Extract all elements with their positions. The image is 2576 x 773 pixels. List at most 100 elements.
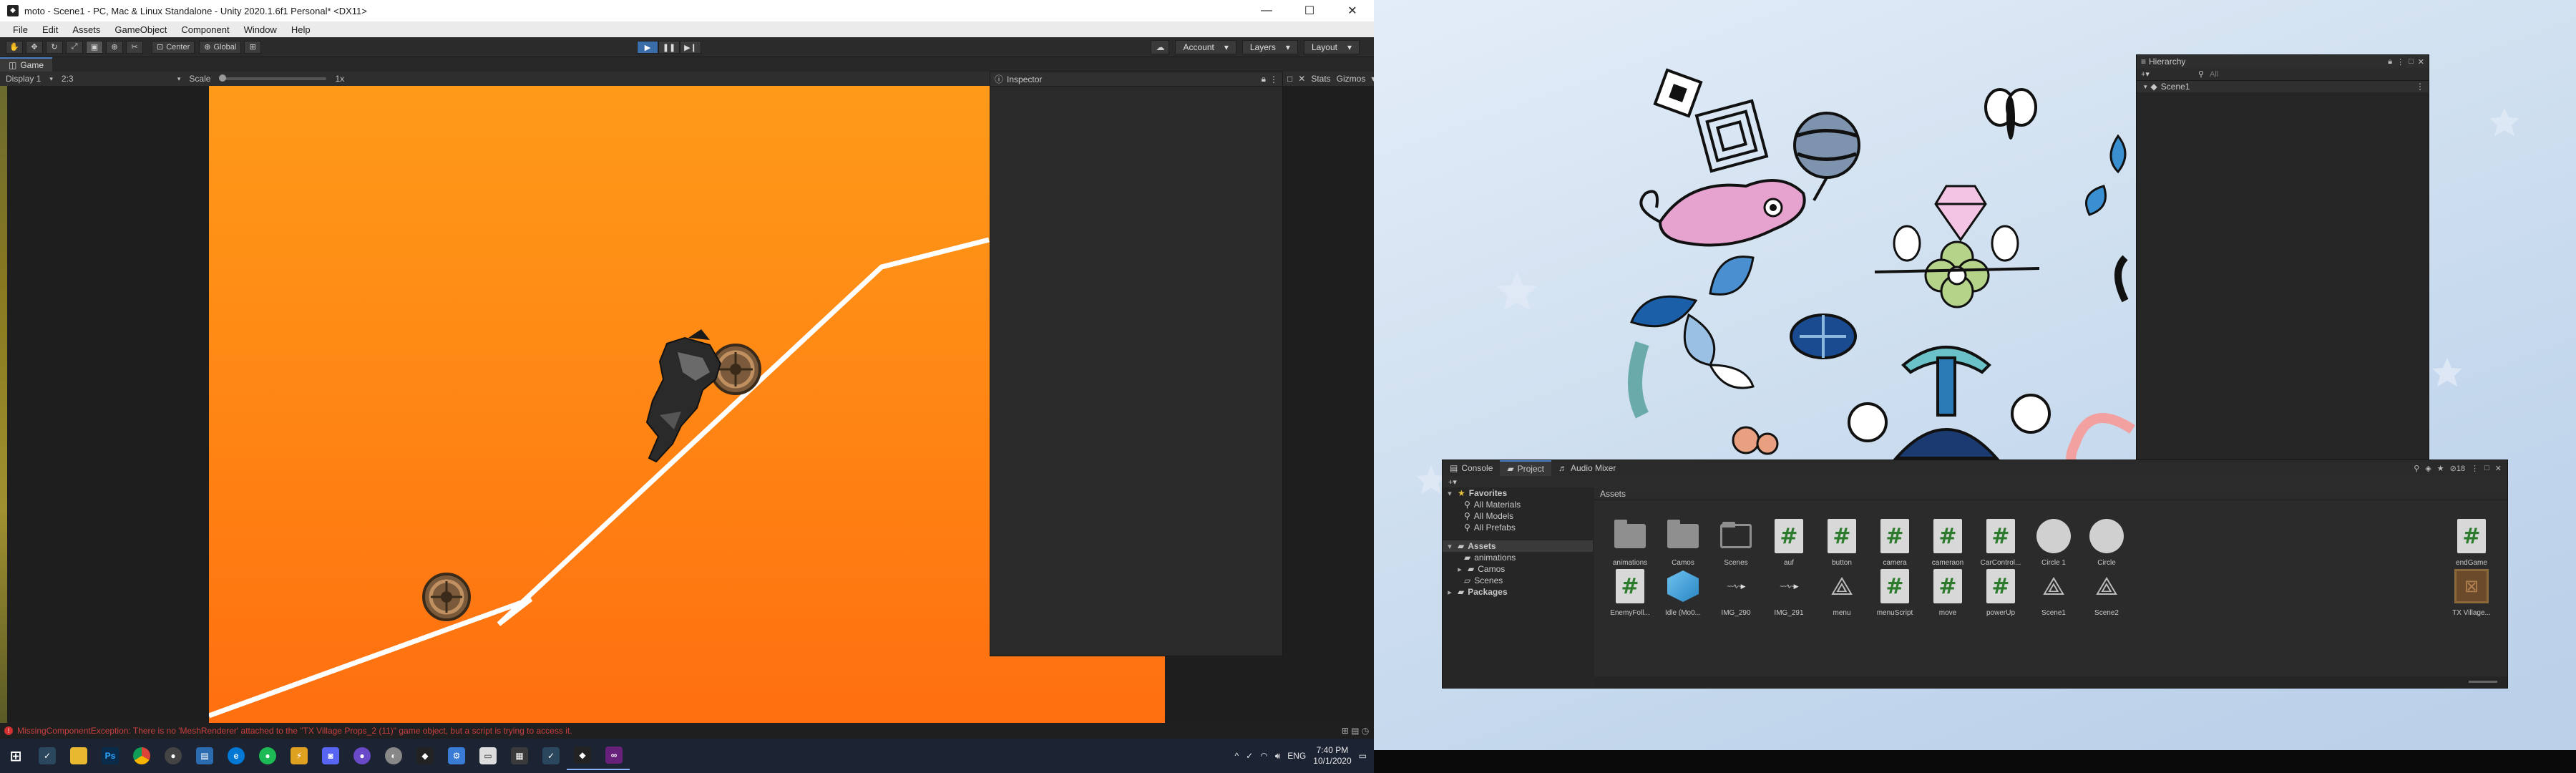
transform-tool-icon[interactable]: ⊕ [106, 40, 123, 54]
asset-item[interactable]: Camos [1657, 519, 1709, 576]
maximize-icon[interactable]: □ [2409, 57, 2414, 67]
notifications-icon[interactable]: ▭ [1359, 751, 1367, 761]
scale-slider[interactable] [219, 74, 327, 82]
stats-toggle[interactable]: Stats [1311, 74, 1330, 84]
maximize-button[interactable]: ☐ [1288, 0, 1331, 21]
tab-inspector[interactable]: Inspector [1007, 74, 1042, 84]
asset-item[interactable]: # move [1922, 569, 1974, 626]
kebab-menu-icon[interactable]: ⋮ [1269, 74, 1278, 84]
play-button[interactable]: ▶ [637, 41, 658, 54]
step-button[interactable]: ▶❙ [680, 41, 701, 54]
volume-icon[interactable]: 🔊︎ [1275, 751, 1281, 762]
clock[interactable]: 7:40 PM 10/1/2020 [1313, 745, 1351, 767]
chevron-down-icon[interactable]: ▾ [1445, 489, 1454, 498]
custom-tool-icon[interactable]: ✂ [126, 40, 143, 54]
chevron-right-icon[interactable]: ▸ [1455, 565, 1464, 574]
kebab-menu-icon[interactable]: ⋮ [2396, 57, 2404, 67]
rect-tool-icon[interactable]: ▣ [86, 40, 103, 54]
scale-slider-knob[interactable] [219, 74, 227, 82]
notepad-taskbar-icon[interactable]: ▭ [472, 742, 504, 770]
tree-favorites[interactable]: ▾ ★ Favorites [1443, 487, 1593, 499]
breadcrumb[interactable]: Assets [1594, 487, 2507, 500]
asset-item[interactable]: # menuScript [1869, 569, 1921, 626]
asset-item[interactable]: ⟁ Scene1 [2028, 569, 2079, 626]
display-select[interactable]: Display 1 [6, 74, 41, 84]
visual-studio-taskbar-icon[interactable]: ∞ [598, 742, 630, 770]
tree-fav-item[interactable]: ⚲ All Prefabs [1443, 522, 1593, 533]
asset-item[interactable]: ⟁ menu [1816, 569, 1868, 626]
gizmos-toggle[interactable]: Gizmos [1337, 74, 1366, 84]
foldout-arrow-icon[interactable]: ▾ [2144, 83, 2147, 91]
steam-taskbar-icon[interactable]: ✓ [31, 742, 63, 770]
language-indicator[interactable]: ENG [1287, 751, 1306, 761]
asset-item[interactable]: ⊠ TX Village... [2446, 569, 2497, 626]
status-bar[interactable]: ! MissingComponentException: There is no… [0, 723, 1374, 739]
tab-audio-mixer[interactable]: ♬ Audio Mixer [1551, 460, 1623, 476]
hand-tool-icon[interactable]: ✋ [6, 40, 23, 54]
menu-window[interactable]: Window [237, 24, 284, 35]
add-icon[interactable]: +▾ [2141, 69, 2150, 79]
close-icon[interactable]: ✕ [2495, 464, 2502, 473]
wifi-icon[interactable]: ◠ [1260, 751, 1267, 761]
asset-item[interactable]: # powerUp [1975, 569, 2026, 626]
asset-item[interactable]: # EnemyFoll... [1604, 569, 1656, 626]
maximize-icon[interactable]: □ [2484, 464, 2489, 473]
lock-icon[interactable]: 🔒︎ [2388, 57, 2392, 67]
aspect-select[interactable]: 2:3 [62, 74, 169, 84]
menu-edit[interactable]: Edit [35, 24, 65, 35]
kebab-menu-icon[interactable]: ⋮ [2471, 464, 2479, 473]
asset-item[interactable]: Circle 1 [2028, 519, 2079, 576]
close-button[interactable]: ✕ [1331, 0, 1374, 21]
tab-game[interactable]: ◫ Game [0, 57, 53, 72]
status-error-message[interactable]: MissingComponentException: There is no '… [17, 726, 572, 736]
scale-tool-icon[interactable]: ⤢ [66, 40, 83, 54]
asset-item[interactable]: Scenes [1710, 519, 1762, 576]
tree-folder[interactable]: ▰ animations [1443, 552, 1593, 563]
app-taskbar-icon[interactable]: ● [252, 742, 283, 770]
asset-item[interactable]: # cameraon [1922, 519, 1974, 576]
app-taskbar-icon[interactable]: ⚙ [441, 742, 472, 770]
favorite-icon[interactable]: ★ [2437, 464, 2444, 473]
app-taskbar-icon[interactable]: ▦ [504, 742, 535, 770]
label-filter-icon[interactable]: ◈ [2425, 464, 2431, 473]
search-filter-icon[interactable]: ⚲ [2414, 464, 2419, 473]
app-taskbar-icon[interactable]: ● [157, 742, 189, 770]
steam-tray-icon[interactable]: ✓ [1246, 751, 1253, 761]
scene-row[interactable]: ▾ ◆ Scene1 ⋮ [2137, 81, 2429, 92]
asset-item[interactable]: # endGame [2446, 519, 2497, 576]
start-button[interactable]: ⊞ [0, 742, 31, 770]
asset-item[interactable]: ~~∿~▶ IMG_291 [1763, 569, 1815, 626]
minimize-button[interactable]: — [1245, 0, 1288, 21]
tree-fav-item[interactable]: ⚲ All Models [1443, 510, 1593, 522]
tree-folder[interactable]: ▱ Scenes [1443, 575, 1593, 586]
edge-taskbar-icon[interactable]: e [220, 742, 252, 770]
hidden-packages-icon[interactable]: ⊘18 [2450, 464, 2465, 473]
add-asset-icon[interactable]: +▾ [1448, 477, 1457, 487]
asset-item[interactable]: # CarControl... [1975, 519, 2026, 576]
snap-icon[interactable]: ⊞ [244, 40, 262, 54]
close-icon[interactable]: ✕ [2418, 57, 2424, 67]
asset-item[interactable]: # button [1816, 519, 1868, 576]
maximize-icon[interactable]: □ [1287, 74, 1292, 84]
tab-console[interactable]: ▤ Console [1443, 460, 1500, 476]
menu-assets[interactable]: Assets [65, 24, 107, 35]
asset-item[interactable]: # camera [1869, 519, 1921, 576]
pause-button[interactable]: ❚❚ [658, 41, 680, 54]
tab-hierarchy[interactable]: Hierarchy [2149, 57, 2185, 67]
app-taskbar-icon[interactable]: ⚡ [283, 742, 315, 770]
asset-item[interactable]: ⟁ Scene2 [2081, 569, 2132, 626]
unity-taskbar-icon[interactable]: ◆ [567, 742, 598, 770]
chevron-down-icon[interactable]: ▾ [1445, 542, 1454, 551]
tree-folder[interactable]: ▸ ▰ Camos [1443, 563, 1593, 575]
layout-dropdown[interactable]: Layout ▾ [1303, 40, 1360, 54]
move-tool-icon[interactable]: ✥ [26, 40, 43, 54]
kebab-menu-icon[interactable]: ⋮ [2416, 82, 2429, 92]
pivot-center-button[interactable]: ⊡ Center [152, 40, 195, 54]
layers-dropdown[interactable]: Layers ▾ [1241, 40, 1298, 54]
app-taskbar-icon[interactable]: ● [346, 742, 378, 770]
close-icon[interactable]: ✕ [1298, 74, 1305, 84]
asset-item[interactable]: Idle (Mo0... [1657, 569, 1709, 626]
tree-assets[interactable]: ▾ ▰ Assets [1443, 540, 1593, 552]
app-taskbar-icon[interactable]: ◙ [315, 742, 346, 770]
unity-taskbar-icon[interactable]: ◆ [409, 742, 441, 770]
